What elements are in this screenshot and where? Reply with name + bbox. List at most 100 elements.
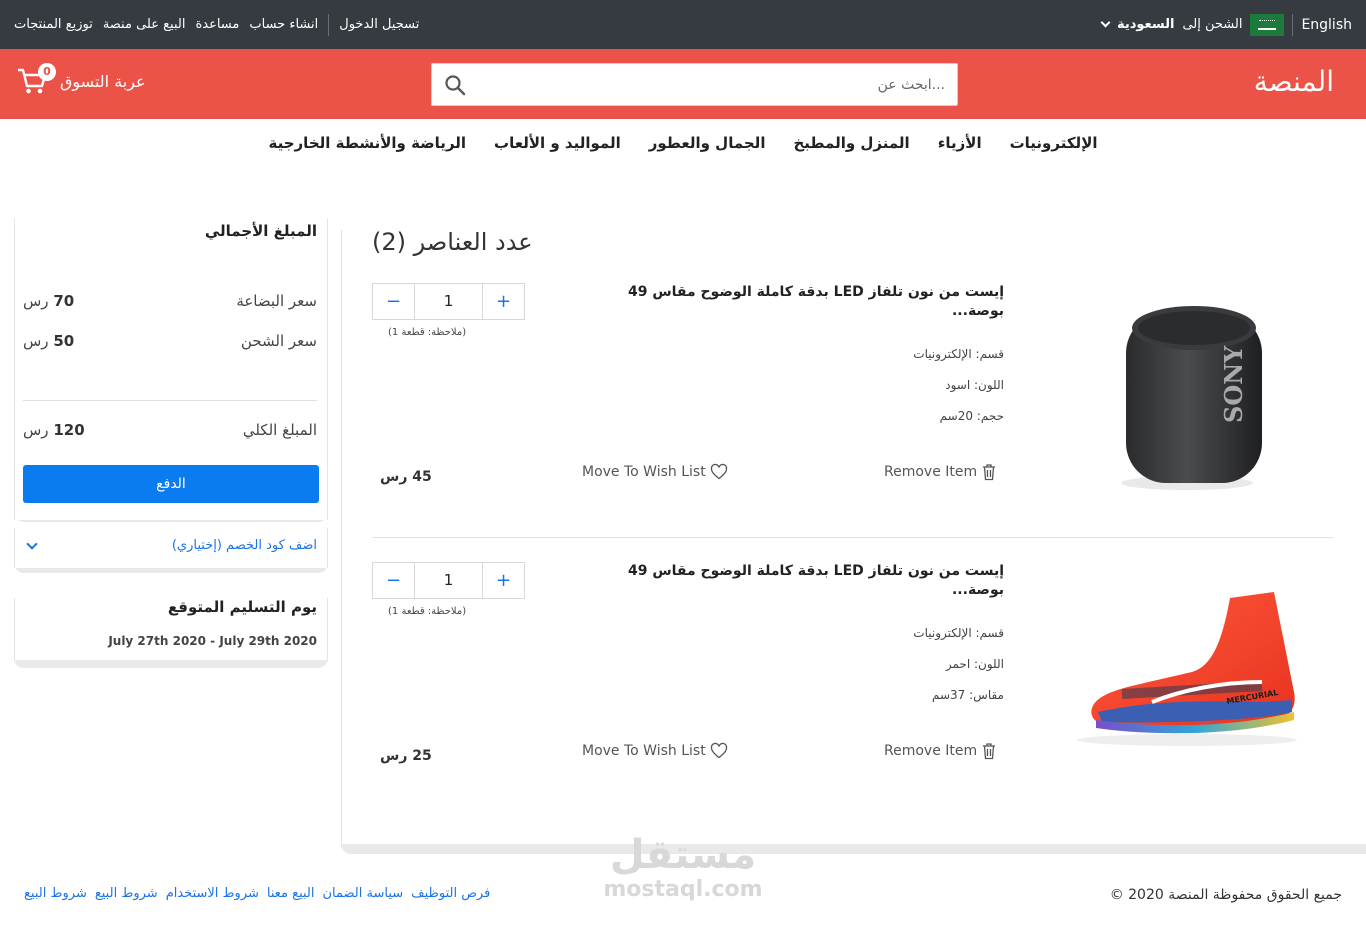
footer-links: فرص التوظيف سياسة الضمان البيع معنا شروط… — [24, 886, 490, 901]
increase-button[interactable]: + — [483, 563, 524, 598]
item-divider — [372, 537, 1334, 538]
shipping-price-value: 50 رس — [23, 332, 75, 350]
goods-price-value: 70 رس — [23, 292, 75, 310]
search-icon[interactable] — [444, 74, 466, 96]
top-link-help[interactable]: مساعدة — [195, 17, 239, 32]
cart-item: − 1 + (ملاحظة: قطعة 1) إيست من نون تلفاز… — [372, 283, 1334, 513]
top-bar: توزيع المنتجات البيع على منصة مساعدة انش… — [0, 0, 1366, 49]
saudi-flag-icon — [1250, 13, 1285, 36]
item-category: قسم: الإلكترونيات — [913, 347, 1004, 361]
pay-button[interactable]: الدفع — [23, 465, 319, 503]
category-beauty[interactable]: الجمال والعطور — [649, 134, 766, 152]
search-input[interactable] — [477, 64, 957, 105]
category-nav: الإلكترونيات الأزياء المنزل والمطبخ الجم… — [0, 119, 1366, 167]
delivery-title: يوم التسليم المتوقع — [167, 598, 317, 616]
chevron-down-icon — [1100, 17, 1111, 28]
shipping-price-row: سعر الشحن 50 رس — [23, 332, 317, 350]
ship-country: السعودية — [1116, 17, 1175, 32]
shipping-country-selector[interactable]: السعودية الشحن إلى — [1100, 13, 1285, 36]
category-sports[interactable]: الرياضة والأنشطة الخارجية — [269, 134, 467, 152]
watermark-logo: مستقل mostaql.com — [598, 832, 768, 912]
delivery-dates: July 27th 2020 - July 29th 2020 — [108, 634, 317, 648]
item-title[interactable]: إيست من نون تلفاز LED بدقة كاملة الوضوح … — [624, 283, 1004, 321]
items-count-title: عدد العناصر (2) — [372, 228, 533, 256]
coupon-label: اضف كود الخصم (إختياري) — [171, 538, 317, 553]
footer-link-terms-of-sale[interactable]: شروط البيع — [95, 886, 158, 901]
login-link[interactable]: تسجيل الدخول — [339, 17, 419, 32]
quantity-stepper: − 1 + — [372, 562, 525, 599]
item-price: 45 رس — [380, 469, 432, 485]
remove-label: Remove Item — [884, 743, 978, 759]
delivery-estimate: يوم التسليم المتوقع July 27th 2020 - Jul… — [14, 598, 328, 660]
trash-icon — [983, 464, 996, 481]
item-size: مقاس: 37سم — [932, 688, 1004, 702]
summary-divider — [23, 400, 317, 401]
main-header: 0 عربة التسوق المنصة — [0, 49, 1366, 119]
top-link-distribute[interactable]: توزيع المنتجات — [14, 17, 93, 32]
increase-button[interactable]: + — [483, 284, 524, 319]
remove-item-button[interactable]: Remove Item — [884, 463, 997, 481]
coupon-toggle[interactable]: اضف كود الخصم (إختياري) — [14, 528, 328, 568]
heart-icon — [710, 742, 727, 759]
item-color: اللون: احمر — [945, 657, 1004, 671]
item-title[interactable]: إيست من نون تلفاز LED بدقة كاملة الوضوح … — [624, 562, 1004, 600]
top-right: السعودية الشحن إلى English — [1100, 0, 1352, 49]
goods-price-label: سعر البضاعة — [236, 292, 317, 310]
cart-item: − 1 + (ملاحظة: قطعة 1) إيست من نون تلفاز… — [372, 562, 1334, 792]
shipping-price-label: سعر الشحن — [240, 332, 317, 350]
cart-button[interactable]: 0 عربة التسوق — [16, 63, 146, 97]
site-logo[interactable]: المنصة — [1254, 65, 1334, 98]
item-price: 25 رس — [380, 748, 432, 764]
search-box — [431, 63, 958, 106]
chevron-down-icon — [26, 538, 38, 550]
svg-text:SONY: SONY — [1219, 345, 1248, 423]
category-electronics[interactable]: الإلكترونيات — [1010, 134, 1098, 152]
summary-title: المبلغ الأجمالي — [204, 222, 317, 240]
language-switch[interactable]: English — [1301, 17, 1352, 33]
decrease-button[interactable]: − — [373, 563, 414, 598]
top-divider — [328, 13, 330, 36]
ship-prefix: الشحن إلى — [1182, 17, 1243, 32]
category-baby-toys[interactable]: المواليد و الألعاب — [494, 134, 621, 152]
category-fashion[interactable]: الأزياء — [938, 134, 982, 152]
footer-link-terms-of-sale-2[interactable]: شروط البيع — [24, 886, 87, 901]
goods-price-row: سعر البضاعة 70 رس — [23, 292, 317, 310]
category-home-kitchen[interactable]: المنزل والمطبخ — [793, 134, 909, 152]
footer-link-sell-with-us[interactable]: البيع معنا — [267, 886, 315, 901]
quantity-stepper: − 1 + — [372, 283, 525, 320]
footer-link-terms-of-use[interactable]: شروط الاستخدام — [166, 886, 259, 901]
wishlist-label: Move To Wish List — [582, 743, 706, 759]
wishlist-label: Move To Wish List — [582, 464, 706, 480]
sony-speaker-image: SONY — [1121, 306, 1262, 490]
shopping-cart-icon: 0 — [16, 63, 56, 97]
total-label: المبلغ الكلي — [242, 421, 317, 439]
top-link-register[interactable]: انشاء حساب — [249, 17, 318, 32]
cart-count-badge: 0 — [38, 63, 56, 81]
watermark-en: mostaql.com — [603, 877, 763, 902]
total-row: المبلغ الكلي 120 رس — [23, 421, 317, 439]
item-category: قسم: الإلكترونيات — [913, 626, 1004, 640]
item-color: اللون: اسود — [945, 378, 1004, 392]
footer-link-careers[interactable]: فرص التوظيف — [411, 886, 490, 901]
total-value: 120 رس — [23, 421, 85, 439]
remove-label: Remove Item — [884, 464, 978, 480]
remove-item-button[interactable]: Remove Item — [884, 742, 997, 760]
copyright: جميع الحقوق محفوظة المنصة 2020 © — [1109, 887, 1342, 903]
heart-icon — [710, 463, 727, 480]
quantity-note: (ملاحظة: قطعة 1) — [388, 606, 467, 617]
quantity-value[interactable]: 1 — [414, 284, 483, 319]
top-links: توزيع المنتجات البيع على منصة مساعدة انش… — [14, 0, 419, 49]
top-divider-right — [1292, 13, 1294, 36]
quantity-value[interactable]: 1 — [414, 563, 483, 598]
order-summary: المبلغ الأجمالي سعر البضاعة 70 رس سعر ال… — [14, 218, 328, 520]
top-link-sell[interactable]: البيع على منصة — [103, 17, 186, 32]
watermark-ar: مستقل — [609, 832, 757, 878]
trash-icon — [983, 743, 996, 760]
quantity-note: (ملاحظة: قطعة 1) — [388, 327, 467, 338]
move-to-wishlist-button[interactable]: Move To Wish List — [582, 463, 728, 481]
footer-link-warranty[interactable]: سياسة الضمان — [323, 886, 404, 901]
football-boot-image: MERCURIAL — [1077, 592, 1297, 746]
move-to-wishlist-button[interactable]: Move To Wish List — [582, 742, 728, 760]
decrease-button[interactable]: − — [373, 284, 414, 319]
item-size: حجم: 20سم — [939, 409, 1004, 423]
